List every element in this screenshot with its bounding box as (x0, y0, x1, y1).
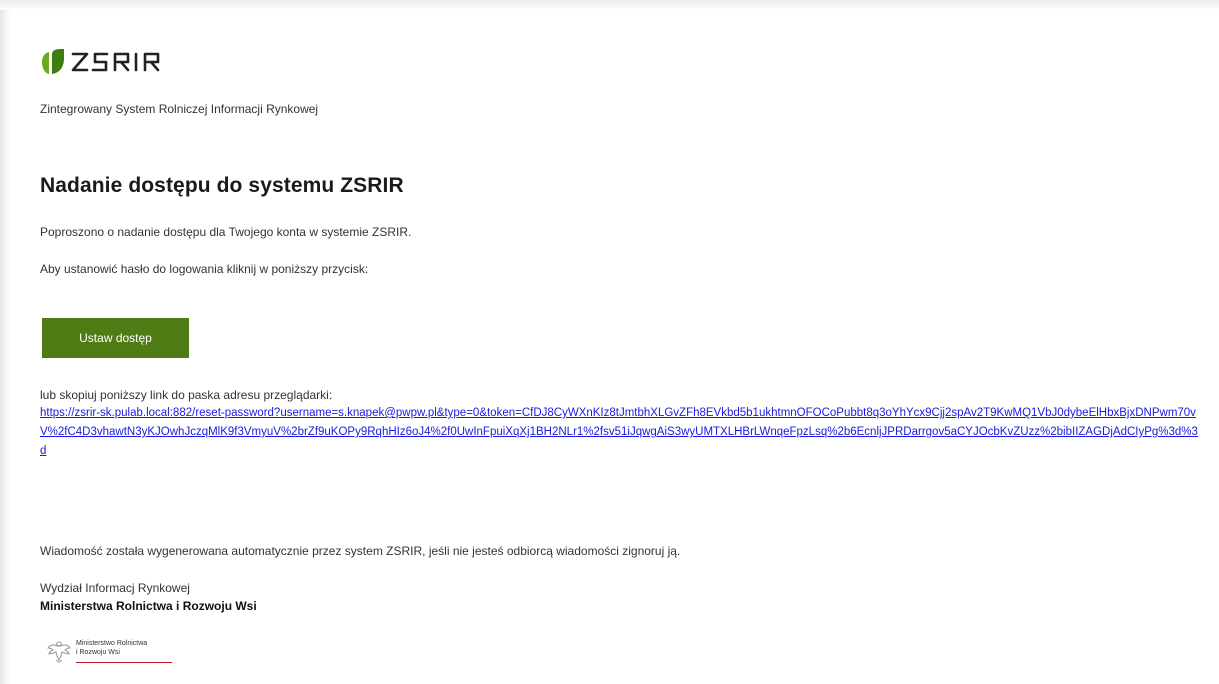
ministry-name: Ministerstwa Rolnictwa i Rozwoju Wsi (40, 599, 257, 613)
email-title: Nadanie dostępu do systemu ZSRIR (40, 174, 404, 197)
set-access-button[interactable]: Ustaw dostęp (42, 318, 189, 358)
leaf-logo-icon (42, 49, 64, 74)
window-left-shadow (0, 0, 12, 684)
set-password-instruction: Aby ustanowić hasło do logowania kliknij… (40, 262, 369, 276)
access-request-text: Poproszono o nadanie dostępu dla Twojego… (40, 225, 412, 239)
copy-link-label: lub skopiuj poniższy link do paska adres… (40, 388, 333, 402)
ministry-logo: Ministerstwo Rolnictwa i Rozwoju Wsi (46, 636, 176, 668)
email-body: Zintegrowany System Rolniczej Informacji… (40, 0, 1210, 684)
zsrir-wordmark (71, 52, 160, 72)
system-tagline: Zintegrowany System Rolniczej Informacji… (40, 102, 319, 116)
ministry-logo-line2: i Rozwoju Wsi (76, 649, 120, 656)
zsrir-logo (40, 46, 166, 78)
ministry-logo-underline (76, 662, 172, 663)
auto-generated-note: Wiadomość została wygenerowana automatyc… (40, 544, 681, 558)
eagle-emblem-icon (47, 641, 71, 663)
department-name: Wydział Informacj Rynkowej (40, 581, 190, 595)
ministry-logo-line1: Ministerstwo Rolnictwa (76, 640, 148, 647)
reset-password-link[interactable]: https://zsrir-sk.pulab.local:882/reset-p… (40, 404, 1200, 461)
